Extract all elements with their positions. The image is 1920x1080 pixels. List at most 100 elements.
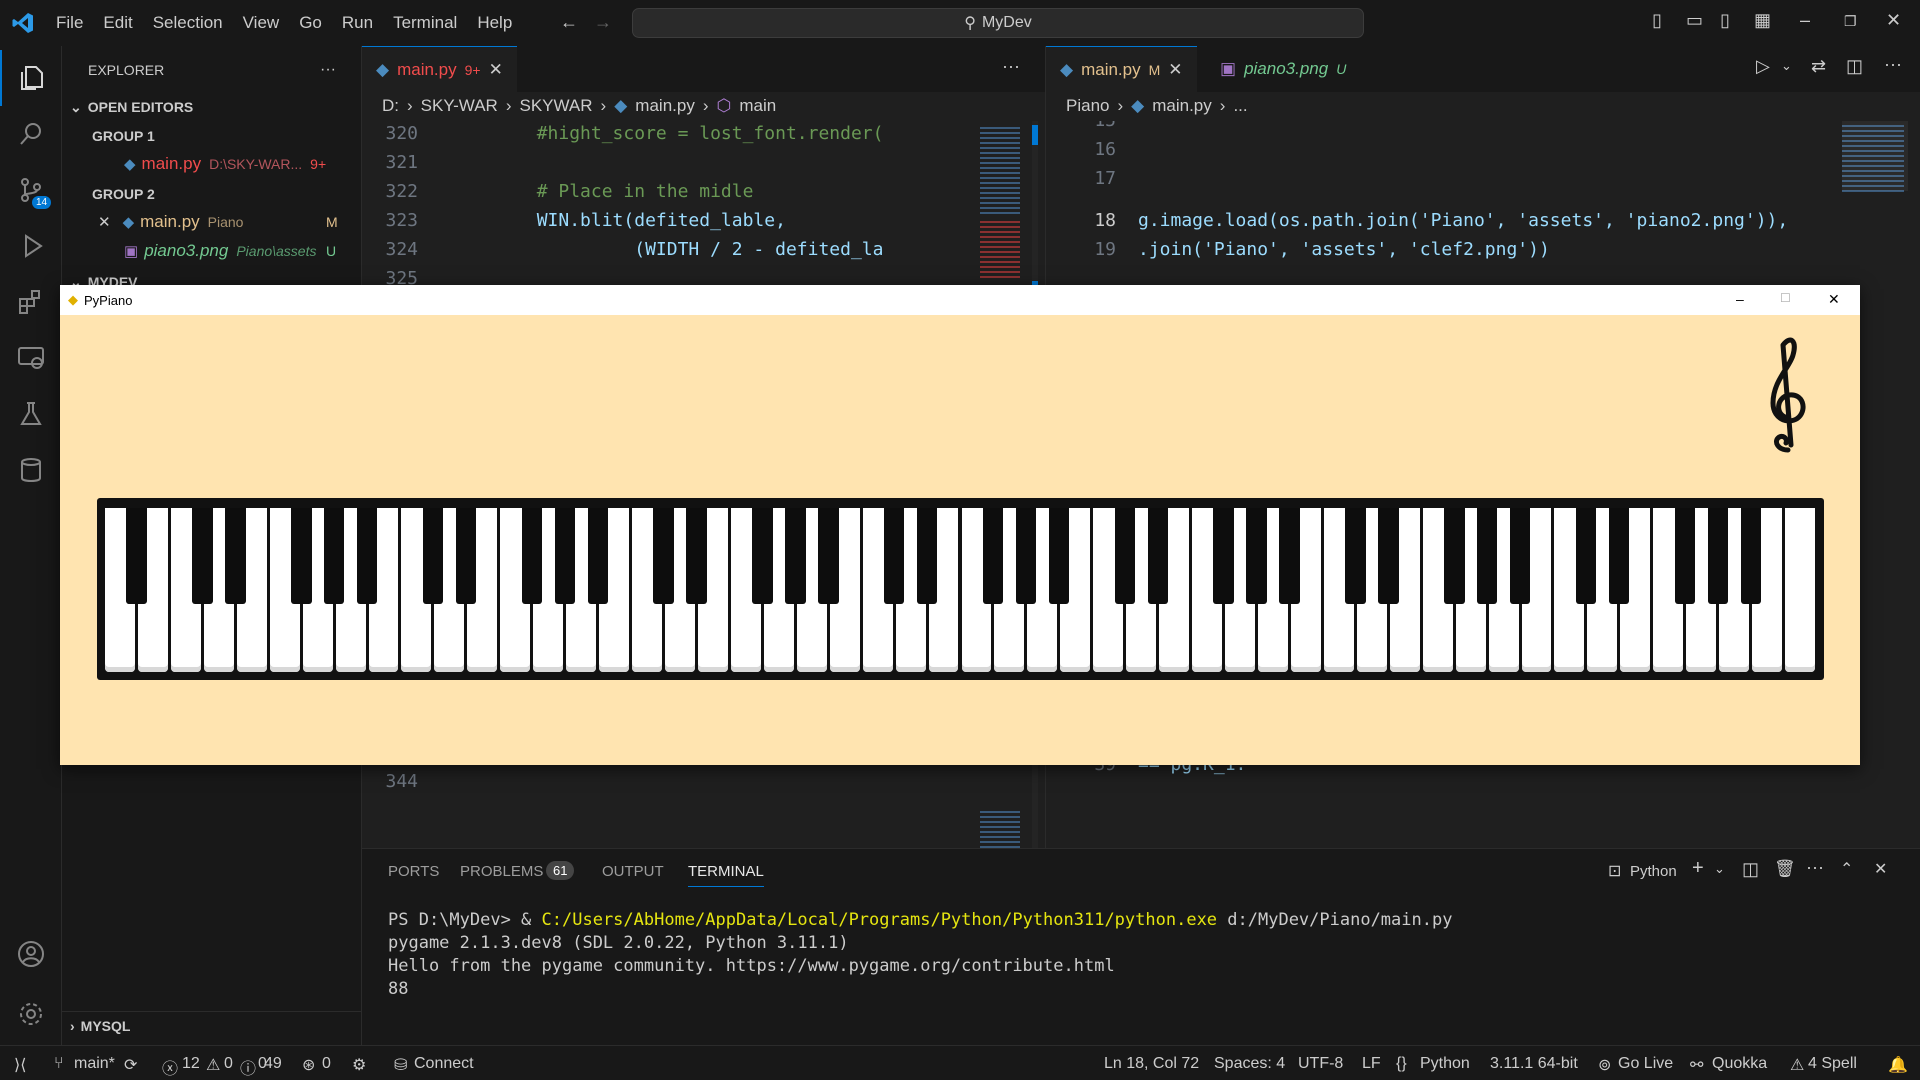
accounts-icon[interactable] [0, 926, 62, 982]
more-actions-icon[interactable]: ··· [1806, 857, 1824, 878]
piano-keyboard[interactable] [97, 498, 1824, 680]
spell-check[interactable]: 4 Spell [1808, 1055, 1857, 1073]
terminal-shell-label[interactable]: Python [1630, 863, 1677, 880]
breadcrumb-item[interactable]: main.py [1152, 96, 1212, 116]
piano-black-key[interactable] [884, 508, 905, 604]
open-editor-item[interactable]: ◆ main.py D:\SKY-WAR... 9+ [62, 150, 362, 178]
extensions-icon[interactable] [0, 274, 62, 330]
pypiano-window[interactable]: ◆ PyPiano – ☐ ✕ [60, 285, 1860, 765]
piano-black-key[interactable] [1707, 508, 1729, 604]
piano-black-key[interactable] [1345, 508, 1366, 604]
code-line[interactable]: 323 WIN.blit(defited_lable, [362, 206, 972, 235]
terminal-command-line[interactable]: PS D:\MyDev> & C:/Users/AbHome/AppData/L… [388, 909, 1452, 932]
forward-arrow-icon[interactable]: → [594, 12, 612, 33]
run-file-icon[interactable]: ▷ [1756, 56, 1770, 77]
split-editor-icon[interactable]: ◫ [1846, 56, 1863, 77]
code-line[interactable]: 321 [362, 148, 972, 177]
piano-black-key[interactable] [1674, 508, 1696, 604]
cursor-position[interactable]: Ln 18, Col 72 [1104, 1055, 1199, 1073]
piano-black-key[interactable] [1575, 508, 1597, 604]
open-editor-item[interactable]: ▣ piano3.png Piano\assets U [62, 237, 362, 265]
code-line[interactable]: 17 [1046, 164, 1836, 193]
chevron-down-icon[interactable]: ⌄ [1714, 861, 1725, 877]
go-live-button[interactable]: Go Live [1618, 1055, 1673, 1073]
command-center-search[interactable]: ⚲ MyDev [632, 8, 1364, 38]
menu-selection[interactable]: Selection [143, 13, 233, 33]
tab-piano3-png[interactable]: ▣ piano3.png U [1206, 46, 1360, 92]
piano-black-key[interactable] [1279, 508, 1300, 604]
more-actions-icon[interactable]: ··· [1884, 54, 1902, 75]
language-mode[interactable]: Python [1420, 1055, 1470, 1073]
piano-black-key[interactable] [554, 508, 576, 604]
menu-file[interactable]: File [46, 13, 93, 33]
tab-output[interactable]: OUTPUT [602, 863, 664, 880]
new-terminal-icon[interactable]: + [1692, 857, 1704, 880]
restore-window-icon[interactable]: ❐ [1844, 13, 1857, 30]
warning-count[interactable]: 0 [224, 1055, 233, 1073]
breadcrumb-item[interactable]: Piano [1066, 96, 1109, 116]
piano-black-key[interactable] [521, 508, 543, 604]
code-line[interactable]: 15 [1046, 121, 1836, 135]
piano-black-key[interactable] [982, 508, 1004, 604]
breadcrumb-item[interactable]: ... [1233, 96, 1247, 116]
remote-explorer-icon[interactable] [0, 330, 62, 386]
sync-icon[interactable]: ⟳ [124, 1055, 137, 1075]
piano-black-key[interactable] [1048, 508, 1070, 604]
open-changes-icon[interactable]: ⇄ [1811, 56, 1826, 77]
piano-black-key[interactable] [356, 508, 378, 604]
code-line[interactable]: 320 #hight_score = lost_font.render( [362, 121, 972, 148]
indentation[interactable]: Spaces: 4 [1214, 1055, 1285, 1073]
piano-black-key[interactable] [818, 508, 839, 604]
tab-main-py[interactable]: ◆ main.py 9+ ✕ [362, 46, 517, 92]
connect-button[interactable]: Connect [414, 1055, 474, 1073]
piano-black-key[interactable] [455, 508, 477, 604]
piano-black-key[interactable] [785, 508, 806, 604]
info-count-total[interactable]: 49 [264, 1055, 282, 1073]
tab-terminal[interactable]: TERMINAL [688, 863, 764, 887]
remote-indicator-icon[interactable]: ⟩⟨ [14, 1055, 26, 1075]
customize-layout-icon[interactable]: ▦ [1754, 10, 1771, 31]
menu-terminal[interactable]: Terminal [383, 13, 467, 33]
chevron-down-icon[interactable]: ⌄ [1781, 58, 1792, 74]
close-icon[interactable]: ✕ [489, 60, 503, 80]
breadcrumb-item[interactable]: SKY-WAR [421, 96, 498, 116]
testing-icon[interactable] [0, 386, 62, 442]
piano-black-key[interactable] [686, 508, 707, 604]
code-line[interactable]: 18 g.image.load(os.path.join('Piano', 'as… [1046, 206, 1836, 235]
more-actions-icon[interactable]: ··· [1002, 56, 1020, 77]
breadcrumb-item[interactable]: main [739, 96, 776, 116]
split-terminal-icon[interactable]: ◫ [1742, 859, 1759, 880]
close-window-icon[interactable]: ✕ [1886, 10, 1901, 31]
piano-black-key[interactable] [1213, 508, 1234, 604]
code-line[interactable]: 324 (WIDTH / 2 - defited_la [362, 235, 972, 264]
database-icon[interactable] [0, 442, 62, 498]
piano-black-key[interactable] [1246, 508, 1267, 604]
code-line[interactable]: 322 # Place in the midle [362, 177, 972, 206]
piano-black-key[interactable] [1740, 508, 1761, 604]
minimize-window-icon[interactable]: – [1800, 10, 1810, 31]
ports-count[interactable]: 0 [322, 1055, 331, 1073]
open-editors-section[interactable]: ⌄ OPEN EDITORS [62, 93, 362, 121]
piano-black-key[interactable] [1444, 508, 1465, 604]
piano-black-key[interactable] [1509, 508, 1531, 604]
breadcrumb-item[interactable]: main.py [635, 96, 695, 116]
settings-gear-icon[interactable] [0, 986, 62, 1042]
encoding[interactable]: UTF-8 [1298, 1055, 1343, 1073]
piano-black-key[interactable] [1114, 508, 1136, 604]
breadcrumb-item[interactable]: D: [382, 96, 399, 116]
notifications-bell-icon[interactable]: 🔔 [1888, 1055, 1908, 1075]
search-icon[interactable] [0, 106, 62, 162]
breadcrumb-item[interactable]: SKYWAR [520, 96, 593, 116]
toggle-sidebar-icon[interactable]: ▯ [1652, 10, 1662, 31]
piano-white-key[interactable] [1785, 508, 1815, 672]
tab-main-py[interactable]: ◆ main.py M ✕ [1046, 46, 1197, 92]
close-icon[interactable]: ✕ [1168, 60, 1182, 80]
piano-black-key[interactable] [291, 508, 312, 604]
close-icon[interactable]: ✕ [98, 213, 111, 231]
piano-black-key[interactable] [225, 508, 246, 604]
piano-black-key[interactable] [653, 508, 674, 604]
tab-problems[interactable]: PROBLEMS [460, 863, 543, 880]
open-editor-item[interactable]: ✕ ◆ main.py Piano M [62, 208, 362, 236]
python-interpreter[interactable]: 3.11.1 64-bit [1490, 1055, 1578, 1073]
code-line[interactable]: 16 [1046, 135, 1836, 164]
